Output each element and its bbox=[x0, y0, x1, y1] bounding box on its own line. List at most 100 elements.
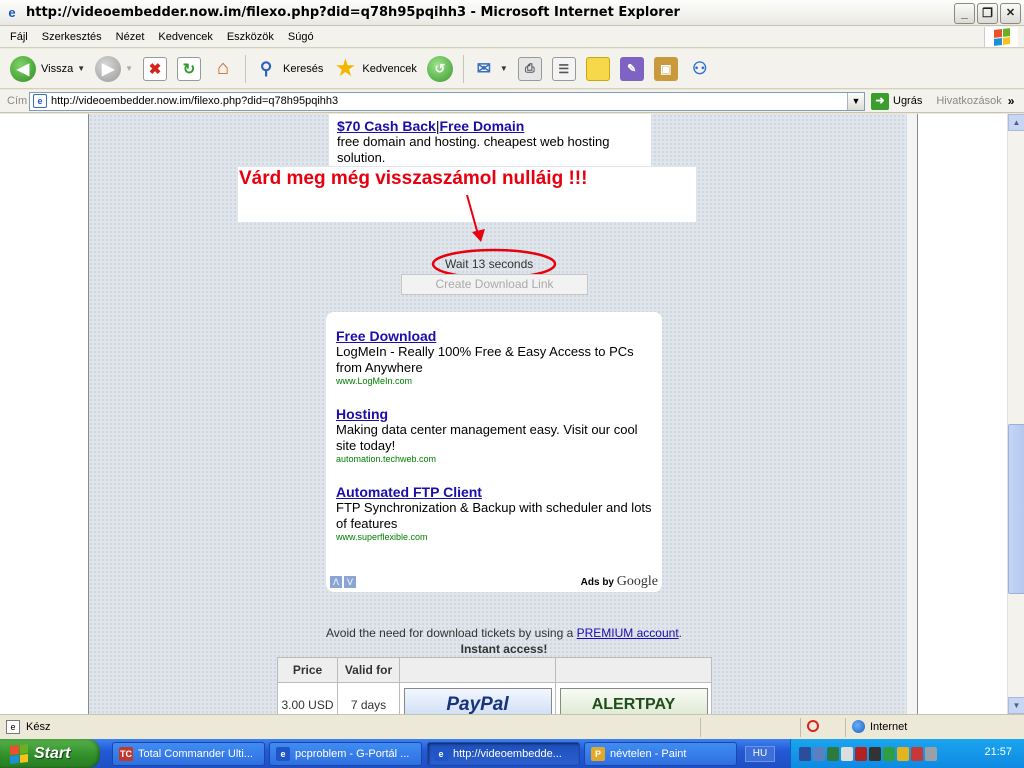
edit-page-icon: ☰ bbox=[551, 56, 576, 81]
paypal-button[interactable]: PayPal bbox=[403, 688, 552, 714]
history-button[interactable]: ↺ bbox=[423, 53, 457, 85]
task-label: Total Commander Ulti... bbox=[138, 748, 253, 760]
table-header-blank bbox=[399, 657, 556, 683]
scroll-down-button[interactable]: ▼ bbox=[1008, 697, 1024, 714]
menu-help[interactable]: Súgó bbox=[281, 31, 321, 43]
ad-next-icon[interactable]: V bbox=[344, 576, 356, 588]
premium-account-link[interactable]: PREMIUM account bbox=[577, 626, 679, 640]
scroll-up-button[interactable]: ▲ bbox=[1008, 114, 1024, 131]
mail-button[interactable]: ✉ ▼ bbox=[468, 53, 512, 85]
favorites-button[interactable]: ★ Kedvencek bbox=[329, 53, 420, 85]
refresh-icon: ↻ bbox=[177, 56, 202, 81]
stop-icon: ✖ bbox=[143, 56, 168, 81]
close-button[interactable]: ✕ bbox=[1000, 3, 1021, 24]
create-download-link-button[interactable]: Create Download Link bbox=[401, 274, 588, 295]
menu-favorites[interactable]: Kedvencek bbox=[151, 31, 219, 43]
ad-title[interactable]: Free Download bbox=[336, 328, 436, 344]
links-label[interactable]: Hivatkozások bbox=[936, 95, 1001, 107]
refresh-button[interactable]: ↻ bbox=[173, 53, 205, 85]
update-icon[interactable] bbox=[925, 746, 937, 761]
address-url[interactable]: http://videoembedder.now.im/filexo.php?d… bbox=[51, 95, 338, 107]
home-button[interactable]: ⌂ bbox=[207, 53, 239, 85]
pricing-table: Price Valid for 3.00 USD 7 days PayPal A… bbox=[277, 657, 712, 714]
ads-by-google-link[interactable]: Ads by Google bbox=[581, 574, 658, 590]
total-commander-icon: TC bbox=[119, 747, 133, 761]
ad-url[interactable]: www.superflexible.com bbox=[336, 532, 652, 542]
gauge-icon[interactable] bbox=[869, 746, 881, 761]
menu-file[interactable]: Fájl bbox=[3, 31, 35, 43]
forward-arrow-icon: ▶ bbox=[95, 55, 122, 82]
alertpay-button[interactable]: ALERTPAY bbox=[559, 688, 708, 714]
address-input[interactable]: e http://videoembedder.now.im/filexo.php… bbox=[29, 91, 865, 111]
ad-url[interactable]: www.LogMeIn.com bbox=[336, 376, 652, 386]
keyboard-icon[interactable] bbox=[841, 746, 853, 761]
stop-button[interactable]: ✖ bbox=[139, 53, 171, 85]
countdown-text: Wait 13 seconds bbox=[445, 257, 534, 271]
title-bar[interactable]: e http://videoembedder.now.im/filexo.php… bbox=[0, 0, 1024, 26]
paypal-logo: PayPal bbox=[446, 694, 509, 714]
status-cell bbox=[700, 718, 800, 737]
forward-dropdown-icon[interactable]: ▼ bbox=[125, 64, 133, 73]
research-icon: ▣ bbox=[653, 56, 678, 81]
menu-view[interactable]: Nézet bbox=[109, 31, 152, 43]
antivirus-icon[interactable] bbox=[883, 746, 895, 761]
ie-icon: e bbox=[8, 4, 16, 20]
status-cell bbox=[800, 718, 845, 737]
links-chevron-icon[interactable]: » bbox=[1008, 94, 1015, 108]
ad-title[interactable]: Automated FTP Client bbox=[336, 484, 482, 500]
forward-button[interactable]: ▶ ▼ bbox=[91, 53, 137, 85]
messenger-button[interactable]: ✎ bbox=[616, 53, 648, 85]
people-icon: ⚇ bbox=[692, 58, 708, 78]
menu-tools[interactable]: Eszközök bbox=[220, 31, 281, 43]
bluetooth-icon[interactable] bbox=[827, 746, 839, 761]
edit-button[interactable]: ☰ bbox=[548, 53, 580, 85]
taskbar-item-gportal[interactable]: e pcproblem - G-Portál ... bbox=[269, 742, 422, 766]
research-button[interactable]: ▣ bbox=[650, 53, 682, 85]
shield-icon[interactable] bbox=[897, 746, 909, 761]
traffic-light-icon[interactable] bbox=[855, 746, 867, 761]
premium-prefix: Avoid the need for download tickets by u… bbox=[326, 626, 574, 640]
discuss-button[interactable] bbox=[582, 53, 614, 85]
printer-icon: ⎙ bbox=[517, 56, 542, 81]
start-button[interactable]: Start bbox=[0, 739, 100, 768]
table-header-blank bbox=[555, 657, 712, 683]
ad-nav: Λ V bbox=[330, 576, 356, 588]
back-button[interactable]: ◀ Vissza ▼ bbox=[6, 53, 89, 85]
contacts-button[interactable]: ⚇ bbox=[684, 53, 716, 85]
price-cell: 3.00 USD bbox=[277, 682, 338, 714]
go-button[interactable]: ➜ Ugrás bbox=[871, 92, 922, 110]
page-viewport: $70 Cash Back|Free Domain free domain an… bbox=[0, 114, 1007, 714]
print-button[interactable]: ⎙ bbox=[514, 53, 546, 85]
language-indicator[interactable]: HU bbox=[745, 746, 775, 762]
network-icon[interactable] bbox=[799, 746, 811, 761]
back-dropdown-icon[interactable]: ▼ bbox=[77, 64, 85, 73]
back-arrow-icon: ◀ bbox=[10, 55, 36, 82]
address-dropdown-icon[interactable]: ▼ bbox=[847, 92, 864, 110]
windows-logo-icon bbox=[984, 27, 1018, 47]
ad-footer: Λ V Ads by Google bbox=[326, 574, 662, 590]
security-alert-icon[interactable] bbox=[911, 746, 923, 761]
taskbar: Start TC Total Commander Ulti... e pcpro… bbox=[0, 739, 1024, 768]
minimize-button[interactable]: _ bbox=[954, 3, 975, 24]
search-icon: ⚲ bbox=[259, 58, 273, 78]
scroll-thumb[interactable] bbox=[1008, 424, 1024, 594]
taskbar-item-videoembedder[interactable]: e http://videoembedde... bbox=[427, 742, 580, 766]
maximize-button[interactable]: ❐ bbox=[977, 3, 998, 24]
popup-blocked-icon[interactable] bbox=[807, 720, 819, 732]
ad-prev-icon[interactable]: Λ bbox=[330, 576, 342, 588]
taskbar-item-paint[interactable]: P névtelen - Paint bbox=[584, 742, 737, 766]
search-button[interactable]: ⚲ Keresés bbox=[250, 53, 327, 85]
ad-title[interactable]: Hosting bbox=[336, 406, 388, 422]
vertical-scrollbar[interactable]: ▲ ▼ bbox=[1007, 114, 1024, 714]
messenger-icon: ✎ bbox=[619, 56, 644, 81]
ad-description: FTP Synchronization & Backup with schedu… bbox=[336, 500, 652, 531]
wifi-icon[interactable] bbox=[813, 746, 825, 761]
ad-description: Making data center management easy. Visi… bbox=[336, 422, 638, 453]
taskbar-item-total-commander[interactable]: TC Total Commander Ulti... bbox=[112, 742, 265, 766]
task-label: pcproblem - G-Portál ... bbox=[295, 748, 410, 760]
menu-edit[interactable]: Szerkesztés bbox=[35, 31, 109, 43]
ad-url[interactable]: automation.techweb.com bbox=[336, 454, 652, 464]
mail-dropdown-icon[interactable]: ▼ bbox=[500, 64, 508, 73]
history-icon: ↺ bbox=[426, 55, 453, 82]
page-container: $70 Cash Back|Free Domain free domain an… bbox=[88, 114, 918, 714]
